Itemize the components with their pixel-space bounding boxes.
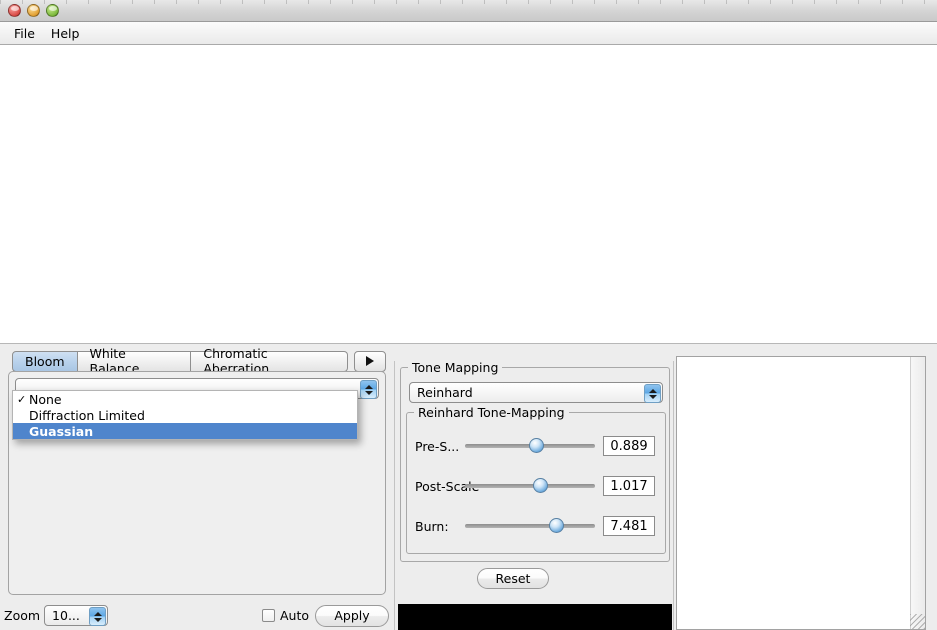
auto-label: Auto [280,608,310,623]
dropdown-option-diffraction-limited[interactable]: Diffraction Limited [13,407,357,423]
post-scale-label: Post-Scale [415,478,480,494]
histogram-panel[interactable] [676,356,926,630]
pre-scale-value-field[interactable]: 0.889 [603,436,655,456]
zoom-combobox[interactable]: 10... [44,605,109,626]
lower-controls-region: Bloom White Balance Chromatic Aberration [0,345,937,630]
resize-grip-icon[interactable] [910,614,925,629]
slider-knob[interactable] [529,438,544,453]
tone-operator-combobox[interactable]: Reinhard [409,382,663,403]
tone-operator-stepper[interactable] [644,384,661,403]
dropdown-option-guassian[interactable]: Guassian [13,423,357,439]
chevron-down-icon [364,390,373,395]
slider-knob[interactable] [533,478,548,493]
slider-track [465,524,595,528]
zoom-value: 10... [52,608,80,623]
apply-button[interactable]: Apply [315,604,389,627]
tone-operator-value: Reinhard [417,385,473,400]
chevron-up-icon [93,611,102,616]
checkmark-icon: ✓ [17,392,27,406]
tab-bloom[interactable]: Bloom [12,350,78,372]
bottom-toolbar: Zoom 10... Auto Apply [0,601,390,630]
pre-scale-slider[interactable] [465,436,595,456]
triangle-right-icon [366,356,375,366]
application-window: File Help Bloom White Balance Chromatic … [0,0,937,630]
chevron-up-icon [364,384,373,389]
zoom-label: Zoom [4,608,41,623]
auto-checkbox[interactable] [262,609,275,622]
vertical-scrollbar[interactable] [910,357,925,629]
chevron-down-icon [648,394,657,399]
minimize-button[interactable] [27,4,40,17]
bloom-combobox-stepper[interactable] [360,380,377,399]
post-scale-value-field[interactable]: 1.017 [603,476,655,496]
post-scale-slider[interactable] [465,476,595,496]
slider-track [465,484,595,488]
tab-row: Bloom White Balance Chromatic Aberration [12,346,386,376]
dropdown-option-none[interactable]: ✓ None [13,391,357,407]
dropdown-option-label: Guassian [29,423,94,439]
post-scale-row: Post-Scale 1.017 [407,473,667,499]
menu-item-file[interactable]: File [8,24,41,43]
reset-button[interactable]: Reset [477,568,549,589]
zoom-stepper[interactable] [89,607,107,626]
tab-chromatic-aberration[interactable]: Chromatic Aberration [191,346,349,376]
tab-scroll-forward-button[interactable] [354,350,386,372]
reinhard-group: Reinhard Tone-Mapping Pre-S... 0.889 Pos… [406,405,667,554]
bloom-type-dropdown-list[interactable]: ✓ None Diffraction Limited Guassian [12,390,358,440]
tone-mapping-preview-strip [398,604,672,630]
menu-item-help[interactable]: Help [45,24,86,43]
effects-tab-pane: Bloom White Balance Chromatic Aberration [8,346,386,595]
chevron-up-icon [648,388,657,393]
reinhard-group-title: Reinhard Tone-Mapping [414,405,569,420]
burn-row: Burn: 7.481 [407,513,667,539]
zoom-button[interactable] [46,4,59,17]
tone-mapping-group: Tone Mapping Reinhard Reinhard Tone-Mapp… [400,360,670,562]
burn-label: Burn: [415,518,449,534]
close-button[interactable] [8,4,21,17]
burn-slider[interactable] [465,516,595,536]
dropdown-option-label: None [29,391,62,407]
dropdown-option-label: Diffraction Limited [29,407,145,423]
menu-bar: File Help [0,22,937,45]
tone-mapping-pane: Tone Mapping Reinhard Reinhard Tone-Mapp… [394,360,674,630]
burn-value-field[interactable]: 7.481 [603,516,655,536]
auto-checkbox-group[interactable]: Auto [262,608,309,623]
chevron-down-icon [93,617,102,622]
tab-white-balance[interactable]: White Balance [77,346,192,376]
tone-mapping-group-title: Tone Mapping [408,360,503,375]
image-canvas[interactable] [0,45,937,344]
window-titlebar[interactable] [0,0,937,22]
window-controls [8,4,59,17]
pre-scale-row: Pre-S... 0.889 [407,433,667,459]
pre-scale-label: Pre-S... [415,438,460,454]
slider-knob[interactable] [549,518,564,533]
